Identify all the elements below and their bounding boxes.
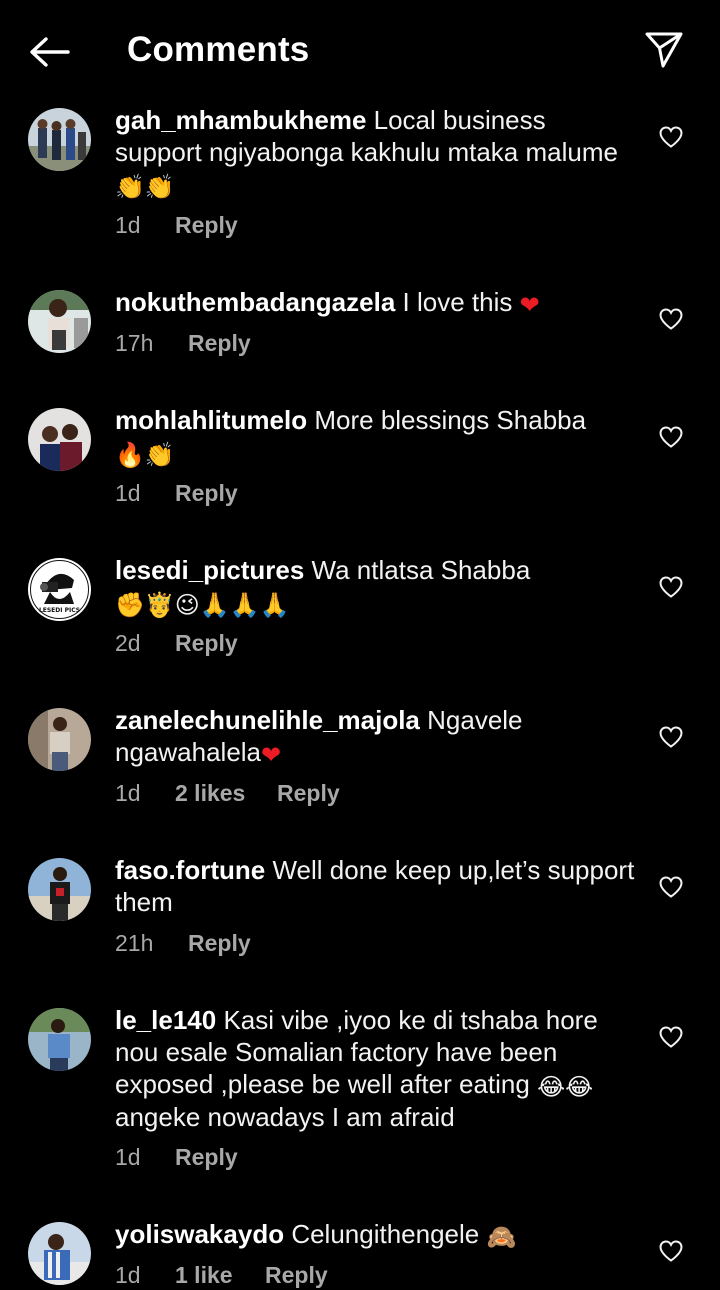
comment-body: lesedi_pictures Wa ntlatsa Shabba ✊🤴😉🙏🙏🙏 [115, 554, 635, 619]
comment-time: 1d [115, 212, 141, 238]
comment-emoji: 😂😂 [537, 1073, 594, 1101]
reply-button[interactable]: Reply [188, 330, 251, 357]
avatar[interactable] [28, 290, 91, 353]
comment-emoji: ✊🤴😉🙏🙏🙏 [115, 591, 290, 619]
comment-time: 1d [115, 1262, 141, 1288]
comment-body: zanelechunelihle_majola Ngavele ngawahal… [115, 704, 635, 769]
comment-username[interactable]: nokuthembadangazela [115, 287, 395, 317]
comment-body: yoliswakaydo Celungithengele 🙈 [115, 1218, 635, 1251]
red-heart-emoji: ❤ [261, 741, 282, 769]
comment-emoji: 🔥👏 [115, 441, 175, 469]
comment-meta: 1d 2 likes Reply [115, 780, 340, 807]
avatar[interactable] [28, 1008, 91, 1071]
comment-emoji: 👏👏 [115, 173, 175, 201]
reply-button[interactable]: Reply [175, 630, 238, 657]
avatar[interactable] [28, 1222, 91, 1285]
comment-username[interactable]: yoliswakaydo [115, 1219, 284, 1249]
comment-meta: 1d Reply [115, 1144, 238, 1171]
reply-button[interactable]: Reply [277, 780, 340, 807]
comment-time: 1d [115, 1144, 141, 1170]
comment-text-continued: angeke nowadays I am afraid [115, 1102, 455, 1132]
comment-time: 1d [115, 780, 141, 806]
heart-outline-icon[interactable] [658, 1239, 684, 1263]
comment-time: 2d [115, 630, 141, 656]
comment-text: I love this [402, 287, 513, 317]
heart-outline-icon[interactable] [658, 875, 684, 899]
reply-button[interactable]: Reply [175, 1144, 238, 1171]
red-heart-emoji: ❤ [519, 291, 540, 319]
comment-text: Celungithengele [291, 1219, 480, 1249]
comments-list: gah_mhambukheme Local business support n… [0, 0, 720, 1290]
heart-outline-icon[interactable] [658, 425, 684, 449]
comment-meta: 2d Reply [115, 630, 238, 657]
svg-text:LESEDI PICS: LESEDI PICS [39, 607, 80, 614]
comment-text: Wa ntlatsa Shabba [311, 555, 531, 585]
comment-body: mohlahlitumelo More blessings Shabba 🔥👏 [115, 404, 635, 469]
comment-time: 1d [115, 480, 141, 506]
comment-meta: 1d 1 like Reply [115, 1262, 328, 1289]
avatar[interactable] [28, 108, 91, 171]
heart-outline-icon[interactable] [658, 125, 684, 149]
heart-outline-icon[interactable] [658, 307, 684, 331]
comment-username[interactable]: lesedi_pictures [115, 555, 304, 585]
comment-username[interactable]: gah_mhambukheme [115, 105, 366, 135]
avatar[interactable] [28, 408, 91, 471]
comment-emoji: 🙈 [486, 1223, 517, 1251]
likes-count[interactable]: 1 like [175, 1262, 265, 1289]
comment-time: 17h [115, 330, 154, 356]
heart-outline-icon[interactable] [658, 1025, 684, 1049]
comment-body: nokuthembadangazela I love this ❤ [115, 286, 635, 319]
reply-button[interactable]: Reply [265, 1262, 328, 1289]
reply-button[interactable]: Reply [175, 480, 238, 507]
avatar[interactable]: LESEDI PICS [28, 558, 91, 621]
heart-outline-icon[interactable] [658, 725, 684, 749]
avatar[interactable] [28, 708, 91, 771]
heart-outline-icon[interactable] [658, 575, 684, 599]
comment-meta: 21h Reply [115, 930, 251, 957]
comment-body: faso.fortune Well done keep up,let’s sup… [115, 854, 635, 918]
comment-username[interactable]: mohlahlitumelo [115, 405, 307, 435]
comment-username[interactable]: zanelechunelihle_majola [115, 705, 420, 735]
comment-time: 21h [115, 930, 154, 956]
comment-username[interactable]: faso.fortune [115, 855, 265, 885]
comment-text: More blessings Shabba [314, 405, 587, 435]
avatar[interactable] [28, 858, 91, 921]
reply-button[interactable]: Reply [188, 930, 251, 957]
reply-button[interactable]: Reply [175, 212, 238, 239]
comment-username[interactable]: le_le140 [115, 1005, 216, 1035]
comment-meta: 1d Reply [115, 480, 238, 507]
comment-meta: 1d Reply [115, 212, 238, 239]
comments-screen: Comments gah_mhambukheme Local business … [0, 0, 720, 1290]
comment-meta: 17h Reply [115, 330, 251, 357]
likes-count[interactable]: 2 likes [175, 780, 277, 807]
comment-body: le_le140 Kasi vibe ,iyoo ke di tshaba ho… [115, 1004, 635, 1133]
comment-body: gah_mhambukheme Local business support n… [115, 104, 635, 201]
